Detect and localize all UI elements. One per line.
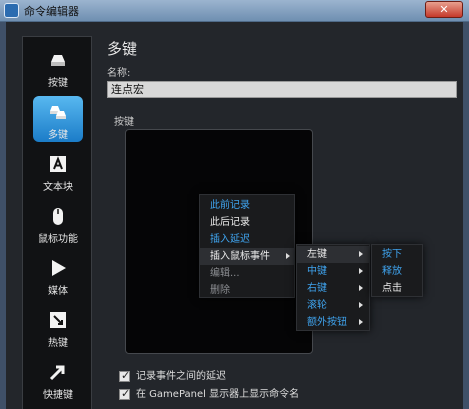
multikey-icon (50, 106, 66, 119)
sidebar-item-label: 快捷键 (43, 390, 73, 401)
sidebar-item-media[interactable]: 媒体 (23, 251, 93, 301)
record-delay-checkbox[interactable]: ✓ (119, 368, 131, 382)
sidebar-item-text-block[interactable]: 文本块 (23, 147, 93, 197)
sidebar-item-label: 媒体 (48, 286, 68, 297)
mouse-icon (53, 208, 63, 225)
sidebar-item-label: 鼠标功能 (38, 234, 78, 245)
record-delay-label: 记录事件之间的延迟 (136, 371, 226, 382)
text-block-icon (50, 156, 66, 172)
submenu-arrow-icon (359, 251, 363, 257)
context-menu: 此前记录 此后记录 插入延迟 插入鼠标事件 编辑... 删除 (199, 194, 295, 298)
submenu-arrow-icon (359, 268, 363, 274)
menu-item-record-before[interactable]: 此前记录 (200, 197, 294, 214)
app-icon (4, 3, 19, 18)
command-type-sidebar: 按键 多键 文本块 鼠标功能 媒体 热键 快捷键 (22, 36, 92, 409)
shortcut-arrow-icon (49, 365, 65, 381)
page-title: 多键 (107, 40, 138, 58)
check-icon: ✓ (121, 368, 131, 382)
window-titlebar: 命令编辑器 ✕ (0, 0, 469, 22)
check-icon: ✓ (121, 386, 131, 400)
sidebar-item-hotkey[interactable]: 热键 (23, 303, 93, 353)
key-icon (51, 55, 65, 66)
menu-item-press[interactable]: 按下 (372, 246, 422, 263)
sidebar-item-label: 热键 (48, 338, 68, 349)
show-gamepanel-option[interactable]: ✓ 在 GamePanel 显示器上显示命令名 (119, 385, 300, 400)
sidebar-item-label: 文本块 (43, 182, 73, 193)
menu-item-record-after[interactable]: 此后记录 (200, 214, 294, 231)
window-title: 命令编辑器 (24, 5, 79, 18)
left-button-submenu: 按下 释放 点击 (371, 244, 423, 297)
name-label: 名称: (107, 68, 131, 79)
menu-item-release[interactable]: 释放 (372, 263, 422, 280)
sidebar-item-key[interactable]: 按键 (23, 43, 93, 93)
menu-item-click[interactable]: 点击 (372, 280, 422, 297)
sidebar-item-shortcut[interactable]: 快捷键 (23, 355, 93, 405)
show-gamepanel-label: 在 GamePanel 显示器上显示命令名 (136, 389, 300, 400)
submenu-arrow-icon (359, 302, 363, 308)
submenu-arrow-icon (359, 285, 363, 291)
menu-item-insert-mouse-event[interactable]: 插入鼠标事件 (200, 248, 294, 265)
menu-item-edit[interactable]: 编辑... (200, 265, 294, 282)
sidebar-item-label: 多键 (48, 130, 68, 141)
name-input[interactable]: 连点宏 (107, 81, 457, 98)
submenu-arrow-icon (359, 319, 363, 325)
hotkey-icon (50, 312, 66, 328)
menu-item-delete[interactable]: 删除 (200, 282, 294, 299)
record-delay-option[interactable]: ✓ 记录事件之间的延迟 (119, 367, 226, 382)
close-button[interactable]: ✕ (425, 1, 463, 18)
menu-item-insert-delay[interactable]: 插入延迟 (200, 231, 294, 248)
show-gamepanel-checkbox[interactable]: ✓ (119, 386, 131, 400)
keys-label: 按键 (114, 117, 134, 128)
sidebar-item-mouse[interactable]: 鼠标功能 (23, 199, 93, 249)
mouse-event-submenu: 左键 中键 右键 滚轮 额外按钮 (296, 244, 370, 331)
submenu-arrow-icon (286, 253, 290, 259)
sidebar-item-label: 按键 (48, 78, 68, 89)
sidebar-item-multikey[interactable]: 多键 (23, 95, 93, 145)
play-icon (52, 260, 66, 276)
